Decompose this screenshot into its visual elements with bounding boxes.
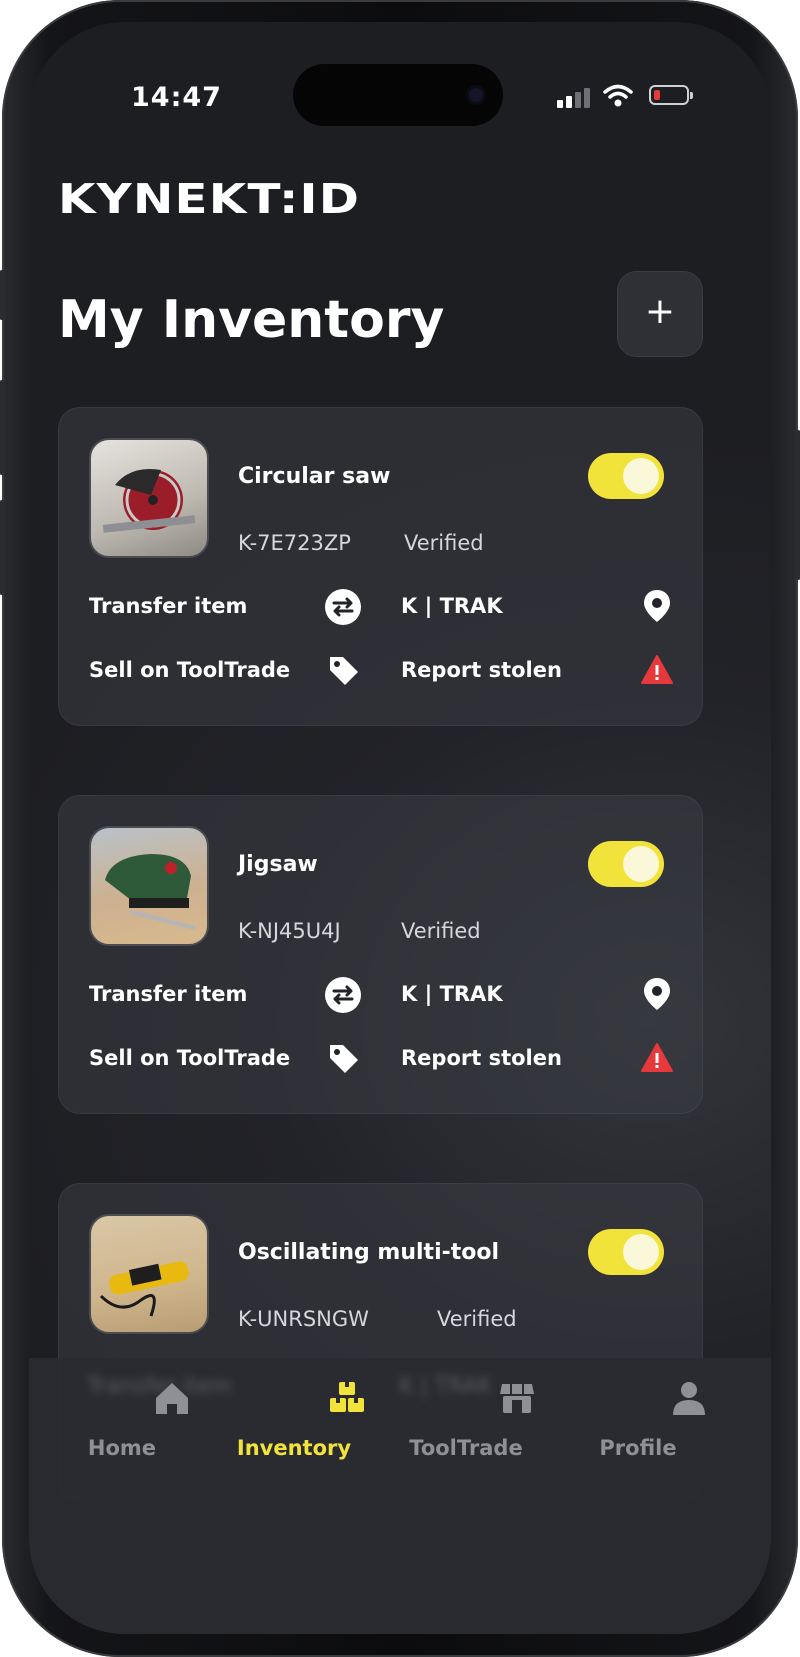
transfer-item-button[interactable]: Transfer item: [89, 594, 247, 618]
item-id: K-UNRSNGW: [238, 1307, 369, 1331]
inventory-icon[interactable]: [277, 1378, 417, 1418]
item-toggle[interactable]: [588, 841, 664, 887]
transfer-icon[interactable]: [324, 976, 362, 1014]
front-camera: [469, 88, 483, 102]
item-toggle[interactable]: [588, 1229, 664, 1275]
status-time: 14:47: [131, 82, 222, 113]
inventory-card: Jigsaw K-NJ45U4J Verified Transfer item …: [58, 795, 703, 1114]
screen: 14:47 KYNEKT:ID My Inventory + Circular …: [29, 22, 771, 1634]
transfer-icon[interactable]: [324, 588, 362, 626]
item-name: Jigsaw: [238, 852, 318, 877]
volume-up-button: [0, 380, 5, 475]
nav-tooltrade[interactable]: ToolTrade: [396, 1436, 536, 1460]
home-icon[interactable]: [102, 1378, 242, 1418]
item-status: Verified: [437, 1307, 517, 1331]
volume-down-button: [0, 500, 5, 595]
circular-saw-icon: [102, 469, 196, 533]
report-stolen-button[interactable]: Report stolen: [401, 1046, 562, 1070]
nav-inventory[interactable]: Inventory: [224, 1436, 364, 1460]
multi-tool-icon: [99, 1261, 189, 1317]
tag-icon[interactable]: [327, 1042, 361, 1076]
ktrak-button[interactable]: K | TRAK: [401, 982, 503, 1006]
item-id: K-NJ45U4J: [238, 919, 341, 943]
nav-home[interactable]: Home: [52, 1436, 192, 1460]
location-pin-icon[interactable]: [643, 589, 671, 623]
warning-icon[interactable]: [640, 654, 674, 686]
location-pin-icon[interactable]: [643, 977, 671, 1011]
item-toggle[interactable]: [588, 453, 664, 499]
item-id: K-7E723ZP: [238, 531, 351, 555]
item-status: Verified: [404, 531, 484, 555]
cellular-signal-icon: [557, 88, 593, 108]
inventory-card: Circular saw K-7E723ZP Verified Transfer…: [58, 407, 703, 726]
item-status: Verified: [401, 919, 481, 943]
item-thumbnail[interactable]: [89, 438, 209, 558]
phone-frame: 14:47 KYNEKT:ID My Inventory + Circular …: [0, 0, 800, 1657]
ktrak-button[interactable]: K | TRAK: [401, 594, 503, 618]
tag-icon[interactable]: [327, 654, 361, 688]
report-stolen-button[interactable]: Report stolen: [401, 658, 562, 682]
app-logo: KYNEKT:ID: [58, 175, 361, 223]
item-name: Circular saw: [238, 464, 391, 489]
item-thumbnail[interactable]: [89, 1214, 209, 1334]
item-name: Oscillating multi-tool: [238, 1240, 500, 1265]
wifi-icon: [603, 84, 633, 107]
nav-profile[interactable]: Profile: [568, 1436, 708, 1460]
sell-on-tooltrade-button[interactable]: Sell on ToolTrade: [89, 1046, 290, 1070]
item-thumbnail[interactable]: [89, 826, 209, 946]
store-icon[interactable]: [447, 1378, 587, 1418]
profile-icon[interactable]: [619, 1378, 759, 1418]
jigsaw-icon: [105, 854, 196, 930]
battery-icon: [649, 85, 693, 105]
warning-icon[interactable]: [640, 1042, 674, 1074]
action-button: [0, 270, 5, 320]
sell-on-tooltrade-button[interactable]: Sell on ToolTrade: [89, 658, 290, 682]
transfer-item-button[interactable]: Transfer item: [89, 982, 247, 1006]
page-title: My Inventory: [58, 290, 445, 350]
power-button: [795, 430, 800, 580]
add-item-button[interactable]: +: [617, 271, 703, 357]
